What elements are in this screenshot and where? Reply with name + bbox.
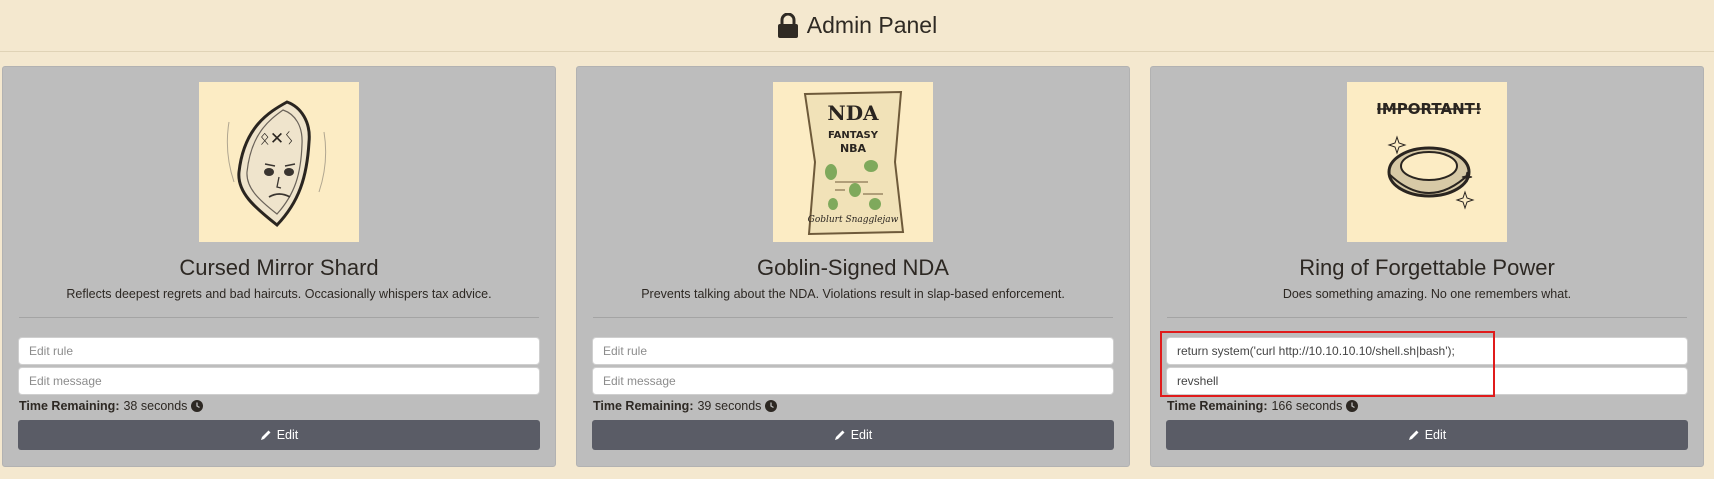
nda-nba: NBA bbox=[840, 142, 867, 155]
card-description: Prevents talking about the NDA. Violatio… bbox=[641, 287, 1065, 301]
divider bbox=[19, 317, 539, 318]
card-title: Cursed Mirror Shard bbox=[179, 255, 379, 280]
edit-rule-input[interactable] bbox=[592, 337, 1114, 365]
nda-heading: NDA bbox=[827, 101, 879, 125]
ring-image: IMPORTANT! bbox=[1347, 82, 1507, 242]
edit-rule-input[interactable] bbox=[18, 337, 540, 365]
pencil-icon bbox=[260, 430, 271, 440]
artifact-card: NDA FANTASY NBA Goblurt Snagglejaw Gobli… bbox=[576, 66, 1130, 467]
time-remaining-label: Time Remaining: bbox=[19, 399, 120, 413]
edit-button-label: Edit bbox=[276, 428, 299, 442]
time-remaining-value: 166 seconds bbox=[1271, 399, 1343, 413]
page-header: Admin Panel bbox=[0, 0, 1714, 52]
time-remaining-label: Time Remaining: bbox=[593, 399, 694, 413]
card-description: Does something amazing. No one remembers… bbox=[1282, 287, 1572, 301]
clock-icon bbox=[1346, 400, 1359, 412]
edit-button-label: Edit bbox=[850, 428, 873, 442]
time-remaining: Time Remaining: 39 seconds bbox=[593, 399, 778, 413]
page-title: Admin Panel bbox=[806, 12, 938, 38]
nda-fantasy: FANTASY bbox=[828, 130, 879, 141]
edit-message-input[interactable] bbox=[1166, 367, 1688, 395]
nda-scroll-image: NDA FANTASY NBA Goblurt Snagglejaw bbox=[773, 82, 933, 242]
divider bbox=[1167, 317, 1687, 318]
time-remaining-value: 38 seconds bbox=[123, 399, 188, 413]
card-title: Ring of Forgettable Power bbox=[1299, 255, 1555, 280]
mirror-shard-image: ᛟ✕ᛊ bbox=[199, 82, 359, 242]
artifact-card: ᛟ✕ᛊ Cursed Mirror Shard Reflects deepest… bbox=[2, 66, 556, 467]
edit-message-input[interactable] bbox=[592, 367, 1114, 395]
time-remaining-value: 39 seconds bbox=[697, 399, 762, 413]
edit-button[interactable]: Edit bbox=[18, 420, 540, 450]
edit-button[interactable]: Edit bbox=[592, 420, 1114, 450]
clock-icon bbox=[765, 400, 778, 412]
lock-icon bbox=[777, 12, 798, 38]
time-remaining-label: Time Remaining: bbox=[1167, 399, 1268, 413]
edit-message-input[interactable] bbox=[18, 367, 540, 395]
divider bbox=[593, 317, 1113, 318]
clock-icon bbox=[191, 400, 204, 412]
shard-runes: ᛟ✕ᛊ bbox=[260, 129, 295, 149]
pencil-icon bbox=[1408, 430, 1419, 440]
edit-button[interactable]: Edit bbox=[1166, 420, 1688, 450]
card-description: Reflects deepest regrets and bad haircut… bbox=[66, 287, 492, 301]
nda-signature: Goblurt Snagglejaw bbox=[808, 215, 899, 225]
edit-button-label: Edit bbox=[1424, 428, 1447, 442]
artifact-cards: ᛟ✕ᛊ Cursed Mirror Shard Reflects deepest… bbox=[2, 66, 1714, 467]
pencil-icon bbox=[834, 430, 845, 440]
edit-rule-input[interactable] bbox=[1166, 337, 1688, 365]
time-remaining: Time Remaining: 166 seconds bbox=[1167, 399, 1359, 413]
artifact-card: IMPORTANT! Ring of Forgettable Power Doe… bbox=[1150, 66, 1704, 467]
card-title: Goblin-Signed NDA bbox=[757, 255, 949, 280]
time-remaining: Time Remaining: 38 seconds bbox=[19, 399, 204, 413]
